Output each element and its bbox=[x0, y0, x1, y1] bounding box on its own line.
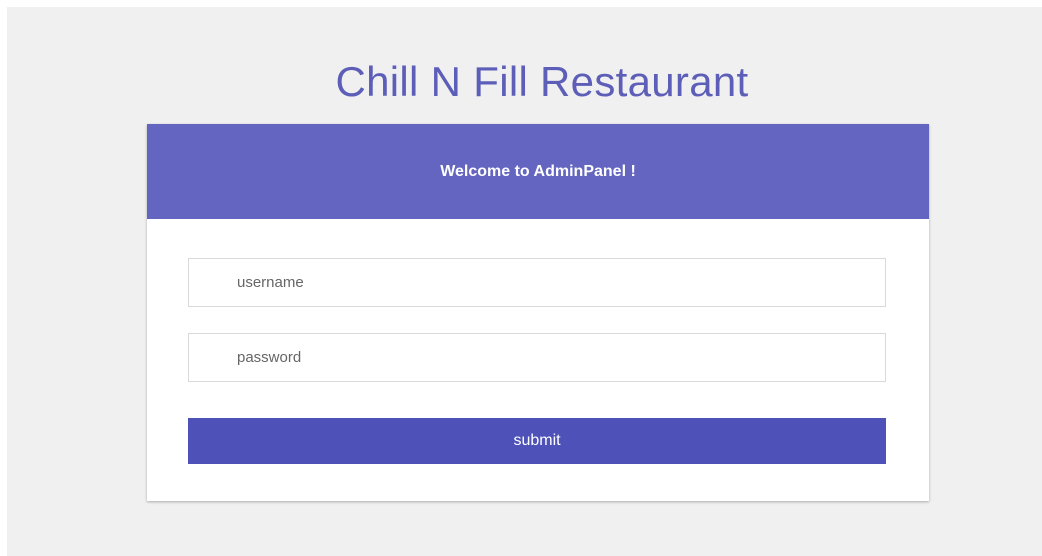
submit-button[interactable]: submit bbox=[188, 418, 886, 464]
welcome-heading: Welcome to AdminPanel ! bbox=[440, 162, 636, 180]
login-card-header: Welcome to AdminPanel ! bbox=[147, 124, 929, 219]
password-input[interactable] bbox=[188, 333, 886, 382]
site-title: Chill N Fill Restaurant bbox=[335, 58, 749, 105]
page-background: Chill N Fill Restaurant Welcome to Admin… bbox=[7, 7, 1042, 556]
username-input[interactable] bbox=[188, 258, 886, 307]
login-card: Welcome to AdminPanel ! submit bbox=[147, 124, 929, 501]
